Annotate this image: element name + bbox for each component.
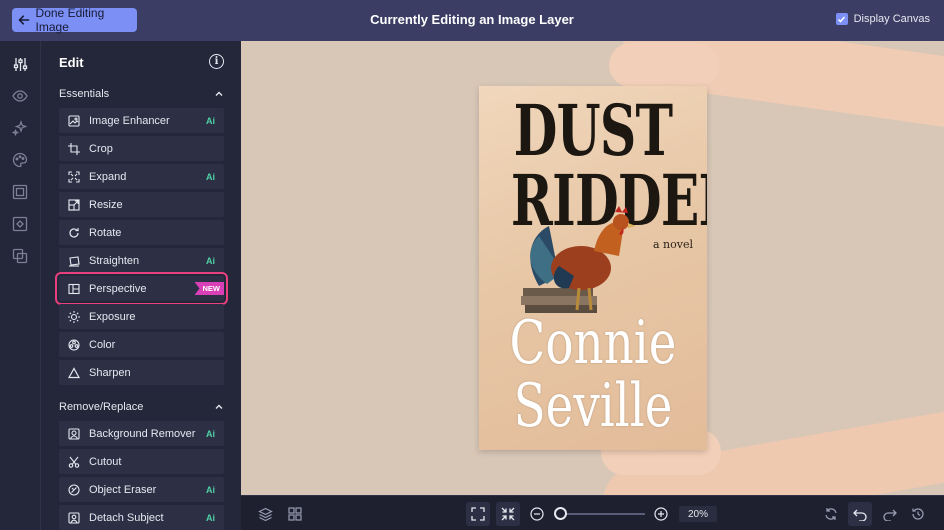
- tool-detach-subject[interactable]: Detach Subject Ai: [59, 505, 224, 530]
- book-author-line2: Seville: [513, 371, 673, 441]
- tool-label: Object Eraser: [89, 483, 157, 496]
- book-subtitle: a novel: [653, 238, 694, 251]
- redo-icon[interactable]: [878, 502, 902, 526]
- history-icon[interactable]: [906, 502, 930, 526]
- tool-label: Detach Subject: [89, 511, 164, 524]
- object-eraser-icon: [68, 483, 80, 496]
- ai-badge: Ai: [206, 512, 215, 523]
- book-cover-layer[interactable]: DUST RIDDEN a novel Connie Seville: [479, 86, 707, 450]
- tool-expand[interactable]: Expand Ai: [59, 164, 224, 189]
- fit-screen-icon[interactable]: [466, 502, 490, 526]
- book-title-line1: DUST: [513, 89, 673, 172]
- tool-label: Expand: [89, 170, 127, 183]
- frame-icon[interactable]: [11, 183, 29, 201]
- upper-hand: [609, 43, 719, 87]
- shrink-icon[interactable]: [496, 502, 520, 526]
- tool-label: Rotate: [89, 226, 122, 239]
- display-canvas-toggle[interactable]: Display Canvas: [835, 13, 930, 25]
- tool-sharpen[interactable]: Sharpen: [59, 360, 224, 385]
- tool-label: Perspective: [89, 282, 147, 295]
- section-label: Essentials: [59, 88, 110, 100]
- image-canvas[interactable]: DUST RIDDEN a novel Connie Seville: [241, 41, 944, 495]
- tool-image-enhancer[interactable]: Image Enhancer Ai: [59, 108, 224, 133]
- perspective-icon: [68, 283, 80, 295]
- sliders-icon[interactable]: [11, 55, 29, 73]
- resize-icon: [68, 198, 80, 211]
- straighten-icon: [68, 255, 80, 267]
- tool-label: Cutout: [89, 455, 122, 468]
- arrow-left-icon: [18, 15, 30, 25]
- scissors-icon: [68, 456, 80, 468]
- display-canvas-label: Display Canvas: [853, 13, 930, 25]
- ai-badge: Ai: [206, 255, 215, 266]
- crop-icon: [68, 142, 80, 155]
- tool-crop[interactable]: Crop: [59, 136, 224, 161]
- done-editing-button[interactable]: Done Editing Image: [12, 6, 137, 34]
- tool-resize[interactable]: Resize: [59, 192, 224, 217]
- tool-label: Sharpen: [89, 366, 131, 379]
- sun-icon: [68, 310, 80, 323]
- tool-straighten[interactable]: Straighten Ai: [59, 248, 224, 273]
- chevron-up-icon: [215, 404, 223, 409]
- ai-badge: Ai: [206, 115, 215, 126]
- ai-badge: Ai: [206, 428, 215, 439]
- check-icon: [838, 16, 846, 23]
- tool-label: Resize: [89, 198, 123, 211]
- page-title: Currently Editing an Image Layer: [370, 12, 574, 27]
- layers-icon[interactable]: [253, 502, 277, 526]
- tool-label: Crop: [89, 142, 113, 155]
- zoom-in-icon[interactable]: [649, 502, 673, 526]
- ai-badge: Ai: [206, 171, 215, 182]
- tool-object-eraser[interactable]: Object Eraser Ai: [59, 477, 224, 502]
- panel-title: Edit: [59, 55, 84, 70]
- image-enhance-icon: [68, 114, 80, 127]
- section-label: Remove/Replace: [59, 401, 144, 413]
- tool-label: Straighten: [89, 254, 140, 267]
- triangle-icon: [68, 366, 80, 379]
- tool-label: Image Enhancer: [89, 114, 170, 127]
- tool-background-remover[interactable]: Background Remover Ai: [59, 421, 224, 446]
- layers-overlap-icon[interactable]: [11, 247, 29, 265]
- tool-label: Color: [89, 338, 116, 351]
- done-editing-label: Done Editing Image: [35, 6, 105, 34]
- sync-icon[interactable]: [819, 502, 843, 526]
- new-badge: NEW: [194, 282, 224, 295]
- zoom-slider-track[interactable]: [559, 513, 645, 515]
- top-bar: Done Editing Image Currently Editing an …: [0, 0, 944, 41]
- crop-frame-icon[interactable]: [11, 215, 29, 233]
- tool-exposure[interactable]: Exposure: [59, 304, 224, 329]
- left-rail: [0, 41, 41, 530]
- zoom-out-icon[interactable]: [525, 502, 549, 526]
- rotate-icon: [68, 227, 80, 239]
- zoom-value[interactable]: 20%: [679, 506, 717, 522]
- detach-subject-icon: [68, 511, 80, 524]
- info-icon[interactable]: i: [209, 54, 224, 69]
- section-essentials[interactable]: Essentials: [59, 88, 224, 100]
- tool-perspective[interactable]: Perspective NEW: [55, 272, 228, 305]
- palette-icon[interactable]: [11, 151, 29, 169]
- tool-label: Exposure: [89, 310, 136, 323]
- color-wheel-icon: [68, 338, 80, 351]
- tool-color[interactable]: Color: [59, 332, 224, 357]
- chevron-up-icon: [215, 91, 223, 96]
- display-canvas-checkbox[interactable]: [835, 13, 848, 25]
- edit-panel: Edit i Essentials Image Enhancer Ai Crop…: [41, 41, 241, 530]
- zoom-slider-knob[interactable]: [554, 507, 567, 520]
- tool-rotate[interactable]: Rotate: [59, 220, 224, 245]
- section-remove-replace[interactable]: Remove/Replace: [59, 401, 224, 413]
- bottom-toolbar: 20%: [241, 495, 944, 530]
- grid-icon[interactable]: [283, 502, 307, 526]
- ai-badge: Ai: [206, 484, 215, 495]
- sparkle-icon[interactable]: [11, 119, 29, 137]
- eye-icon[interactable]: [11, 87, 29, 105]
- book-author-line1: Connie: [509, 308, 677, 378]
- tool-cutout[interactable]: Cutout: [59, 449, 224, 474]
- tool-label: Background Remover: [89, 427, 196, 440]
- background-remover-icon: [68, 427, 80, 440]
- expand-icon: [68, 170, 80, 183]
- undo-icon[interactable]: [848, 502, 872, 526]
